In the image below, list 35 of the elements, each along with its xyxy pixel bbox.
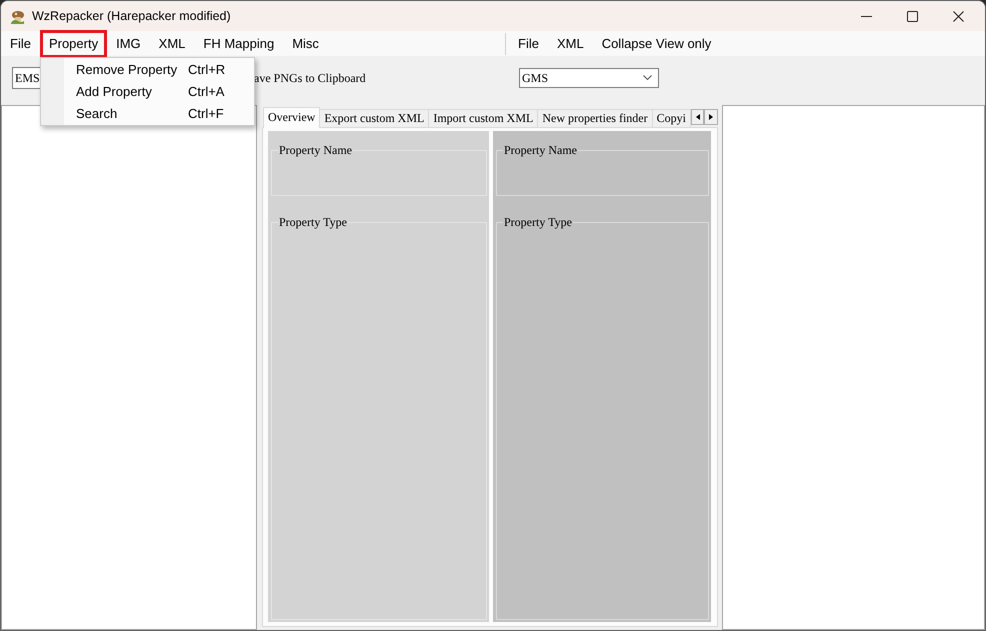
group-label: Property Type (278, 215, 348, 229)
menu-item[interactable]: XML (150, 30, 194, 58)
group-label: Property Name (503, 143, 578, 157)
tab[interactable]: Import custom XML (428, 109, 538, 127)
menu-item[interactable]: XML (548, 30, 593, 58)
tab[interactable]: Export custom XML (319, 109, 430, 127)
menu-item[interactable]: Misc (283, 30, 328, 58)
menu-item[interactable]: Add Property (76, 82, 188, 102)
version-combo[interactable]: GMS (519, 68, 659, 88)
tab[interactable]: New properties finder (537, 109, 653, 127)
checkbox-label[interactable]: ave PNGs to Clipboard (254, 68, 519, 86)
chevron-down-icon[interactable] (643, 75, 652, 80)
app-icon (10, 8, 25, 24)
group-label: Property Name (278, 143, 353, 157)
menu-item[interactable]: IMG (107, 30, 150, 58)
menu-shortcut: Ctrl+A (188, 83, 226, 102)
region-combo[interactable]: EMS (12, 66, 40, 88)
menu-item[interactable]: Collapse View only (592, 30, 720, 58)
menu-shortcut: Ctrl+F (188, 105, 225, 124)
tab[interactable]: Copyi (652, 109, 691, 127)
menu-shortcut: Ctrl+R (188, 61, 226, 80)
left-triangle-icon[interactable] (696, 114, 700, 120)
right-triangle-icon[interactable] (709, 114, 714, 120)
menu-item[interactable]: File (1, 30, 40, 58)
maximize-icon[interactable] (906, 10, 918, 22)
tab[interactable]: Overview (263, 107, 320, 128)
menu-item[interactable]: Search (76, 104, 188, 124)
close-icon[interactable] (952, 10, 964, 22)
tab-scroll-right-button[interactable] (704, 109, 718, 125)
menu-item[interactable]: File (509, 30, 548, 58)
group-label: Property Type (503, 215, 573, 229)
window-title: WzRepacker (Harepacker modified) (32, 8, 231, 25)
tab-scroll-left-button[interactable] (690, 109, 704, 125)
menu-item[interactable]: Remove Property (76, 60, 188, 80)
menu-item[interactable]: FH Mapping (194, 30, 284, 58)
